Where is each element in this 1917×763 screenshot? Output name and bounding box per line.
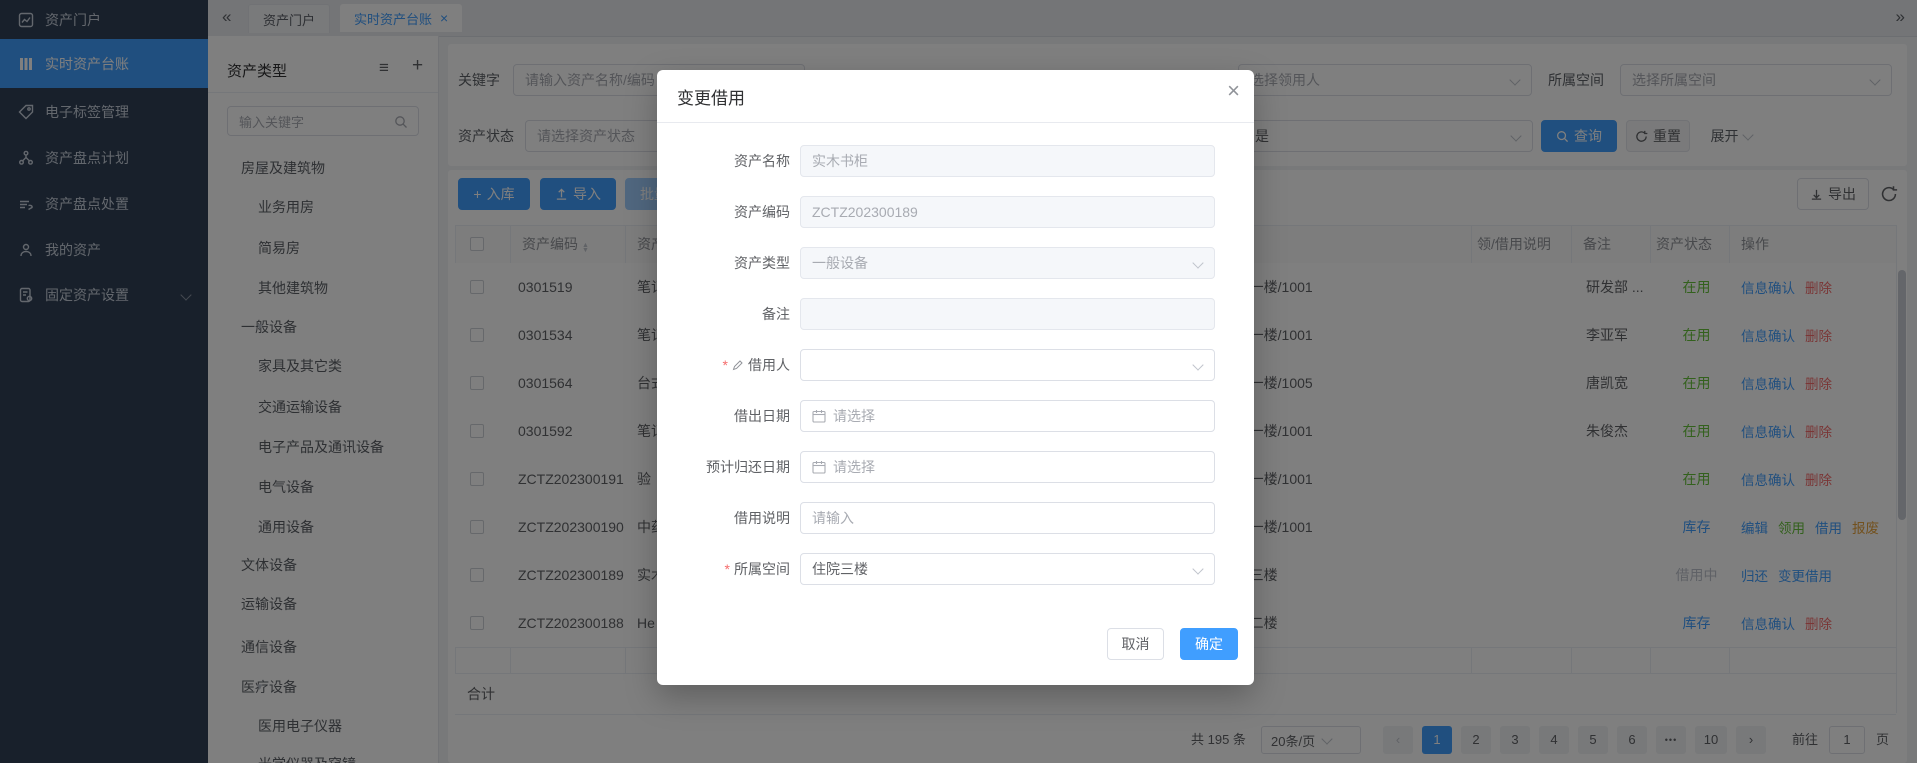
divider: [657, 122, 1254, 123]
chevron-down-icon: [1192, 257, 1204, 269]
change-borrow-dialog: 变更借用 × 资产名称 实木书柜 资产编码 ZCTZ202300189 资产类型…: [657, 70, 1254, 685]
field-label-asset-code: 资产编码: [734, 204, 790, 220]
remark-input: [800, 298, 1215, 330]
borrower-select[interactable]: [800, 349, 1215, 381]
confirm-button[interactable]: 确定: [1180, 628, 1238, 660]
asset-name-input: 实木书柜: [800, 145, 1215, 177]
field-label-borrower: * 借用人: [722, 357, 790, 373]
lend-date-input[interactable]: 请选择: [800, 400, 1215, 432]
field-label-return-date: 预计归还日期: [706, 459, 790, 475]
calendar-icon: [812, 410, 826, 423]
field-label-borrow-note: 借用说明: [734, 510, 790, 526]
dialog-title: 变更借用: [677, 89, 745, 108]
pencil-icon: [732, 360, 743, 371]
chevron-down-icon: [1192, 359, 1204, 371]
app-root: 资产门户 实时资产台账 电子标签管理 资产盘点计划 资产盘点处置 我的资产 固定…: [0, 0, 1917, 763]
field-label-lend-date: 借出日期: [734, 408, 790, 424]
space-select-modal[interactable]: 住院三楼: [800, 553, 1215, 585]
asset-code-input: ZCTZ202300189: [800, 196, 1215, 228]
field-label-asset-type: 资产类型: [734, 255, 790, 271]
field-label-asset-name: 资产名称: [734, 153, 790, 169]
calendar-icon: [812, 461, 826, 474]
return-date-input[interactable]: 请选择: [800, 451, 1215, 483]
field-label-space: * 所属空间: [724, 561, 790, 577]
borrow-note-input[interactable]: 请输入: [800, 502, 1215, 534]
chevron-down-icon: [1192, 563, 1204, 575]
close-icon[interactable]: ×: [1227, 78, 1240, 104]
asset-type-select: 一般设备: [800, 247, 1215, 279]
cancel-button[interactable]: 取消: [1107, 628, 1164, 660]
field-label-remark: 备注: [762, 306, 790, 322]
